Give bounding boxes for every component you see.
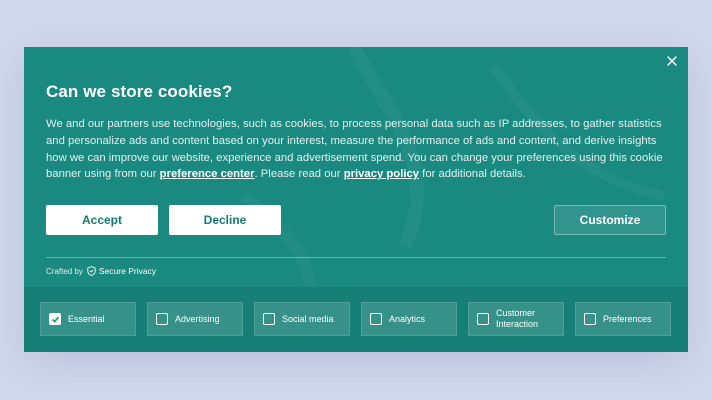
decline-button[interactable]: Decline — [169, 205, 281, 235]
preference-center-link[interactable]: preference center — [160, 168, 255, 180]
checkbox-checked[interactable] — [49, 313, 61, 325]
category-label: Customer Interaction — [496, 308, 539, 329]
category-label: Preferences — [603, 313, 652, 324]
checkbox[interactable] — [477, 313, 489, 325]
category-bar: Essential Advertising Social media Analy… — [24, 287, 688, 352]
category-label: Essential — [68, 313, 105, 324]
category-customer-interaction[interactable]: Customer Interaction — [468, 302, 564, 336]
category-label: Social media — [282, 313, 334, 324]
shield-icon — [87, 266, 96, 276]
category-advertising[interactable]: Advertising — [147, 302, 243, 336]
category-social-media[interactable]: Social media — [254, 302, 350, 336]
description-text: for additional details. — [419, 168, 526, 181]
customize-button[interactable]: Customize — [554, 205, 666, 235]
category-preferences[interactable]: Preferences — [575, 302, 671, 336]
banner-title: Can we store cookies? — [46, 82, 233, 101]
category-essential[interactable]: Essential — [40, 302, 136, 336]
brand-logo[interactable]: Secure Privacy — [87, 266, 156, 276]
cookie-banner: Can we store cookies? We and our partner… — [24, 47, 688, 352]
check-icon — [51, 316, 59, 323]
brand-name: Secure Privacy — [98, 266, 157, 276]
close-icon — [667, 56, 677, 66]
crafted-by: Crafted by Secure Privacy — [46, 266, 156, 276]
checkbox[interactable] — [370, 313, 382, 325]
divider — [46, 257, 666, 258]
checkbox[interactable] — [584, 313, 596, 325]
checkbox[interactable] — [156, 313, 168, 325]
accept-button[interactable]: Accept — [46, 205, 158, 235]
category-analytics[interactable]: Analytics — [361, 302, 457, 336]
banner-description: We and our partners use technologies, su… — [46, 116, 666, 183]
crafted-by-label: Crafted by — [46, 266, 83, 276]
checkbox[interactable] — [263, 313, 275, 325]
close-button[interactable] — [664, 53, 680, 69]
category-label: Analytics — [389, 313, 426, 324]
category-label: Advertising — [175, 313, 220, 324]
privacy-policy-link[interactable]: privacy policy — [344, 168, 419, 180]
description-text: . Please read our — [254, 168, 344, 181]
